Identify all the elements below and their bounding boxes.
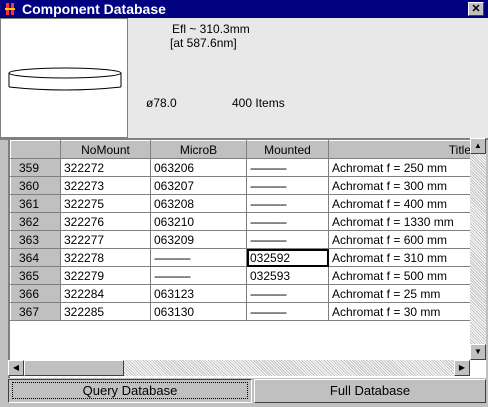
- header-microb[interactable]: MicroB: [150, 140, 247, 159]
- wavelength-value: [at 587.6nm]: [170, 36, 237, 50]
- mounted-cell[interactable]: 032593: [246, 266, 329, 285]
- table-row[interactable]: 366 322284 063123 ------------ Achromat f = …: [10, 284, 475, 303]
- microb-cell[interactable]: ------------: [150, 248, 247, 267]
- arrow-left-icon: ◀: [12, 363, 20, 372]
- title-bar[interactable]: Component Database ✕: [0, 0, 488, 18]
- nomount-cell[interactable]: 322272: [60, 158, 151, 177]
- lens-outline-icon: [8, 67, 122, 91]
- mounted-cell[interactable]: ------------: [246, 176, 329, 195]
- component-info-panel: Efl ~ 310.3mm [at 587.6nm] ø78.0 400 Ite…: [0, 18, 488, 138]
- row-number-cell[interactable]: 366: [10, 284, 61, 303]
- header-nomount[interactable]: NoMount: [60, 140, 151, 159]
- row-number-cell[interactable]: 365: [10, 266, 61, 285]
- row-number-cell[interactable]: 367: [10, 302, 61, 321]
- window-title: Component Database: [22, 1, 166, 17]
- nomount-cell[interactable]: 322277: [60, 230, 151, 249]
- item-count: 400 Items: [232, 96, 285, 110]
- nomount-cell[interactable]: 322275: [60, 194, 151, 213]
- title-cell[interactable]: Achromat f = 25 mm: [328, 284, 475, 303]
- nomount-cell[interactable]: 322273: [60, 176, 151, 195]
- component-grid[interactable]: NoMount MicroB Mounted Title 359 322272 06…: [8, 138, 486, 378]
- row-number-cell[interactable]: 361: [10, 194, 61, 213]
- vertical-scroll-track[interactable]: [470, 154, 486, 344]
- arrow-right-icon: ▶: [458, 363, 466, 372]
- nomount-cell[interactable]: 322284: [60, 284, 151, 303]
- diameter-value: ø78.0: [146, 96, 177, 110]
- scroll-right-button[interactable]: ▶: [454, 360, 470, 376]
- mounted-cell[interactable]: ------------: [246, 212, 329, 231]
- microb-cell[interactable]: 063206: [150, 158, 247, 177]
- table-row[interactable]: 360 322273 063207 ------------ Achromat f = …: [10, 176, 475, 195]
- nomount-cell[interactable]: 322278: [60, 248, 151, 267]
- table-row[interactable]: 367 322285 063130 ------------ Achromat f = …: [10, 302, 475, 321]
- arrow-down-icon: ▼: [474, 347, 482, 356]
- scroll-left-button[interactable]: ◀: [8, 360, 24, 376]
- nomount-cell[interactable]: 322279: [60, 266, 151, 285]
- mounted-cell[interactable]: ------------: [246, 194, 329, 213]
- app-icon: [3, 2, 17, 16]
- efl-value: Efl ~ 310.3mm: [172, 22, 250, 36]
- table-row[interactable]: 363 322277 063209 ------------ Achromat f = …: [10, 230, 475, 249]
- query-database-label: Query Database: [11, 382, 249, 399]
- header-corner[interactable]: [10, 140, 61, 159]
- component-table: NoMount MicroB Mounted Title 359 322272 06…: [10, 140, 475, 321]
- nomount-cell[interactable]: 322285: [60, 302, 151, 321]
- mounted-cell[interactable]: ------------: [246, 230, 329, 249]
- close-icon: ✕: [471, 3, 481, 15]
- full-database-button[interactable]: Full Database: [254, 379, 486, 403]
- table-row[interactable]: 362 322276 063210 ------------ Achromat f = …: [10, 212, 475, 231]
- microb-cell[interactable]: 063208: [150, 194, 247, 213]
- title-cell[interactable]: Achromat f = 300 mm: [328, 176, 475, 195]
- row-number-cell[interactable]: 360: [10, 176, 61, 195]
- row-number-cell[interactable]: 362: [10, 212, 61, 231]
- title-cell[interactable]: Achromat f = 1330 mm: [328, 212, 475, 231]
- row-number-cell[interactable]: 363: [10, 230, 61, 249]
- header-mounted[interactable]: Mounted: [246, 140, 329, 159]
- mounted-cell[interactable]: 032592: [246, 248, 329, 267]
- close-button[interactable]: ✕: [468, 2, 484, 16]
- title-cell[interactable]: Achromat f = 500 mm: [328, 266, 475, 285]
- component-preview: [0, 18, 128, 138]
- mounted-cell[interactable]: ------------: [246, 284, 329, 303]
- title-cell[interactable]: Achromat f = 600 mm: [328, 230, 475, 249]
- mounted-cell[interactable]: ------------: [246, 158, 329, 177]
- row-number-cell[interactable]: 364: [10, 248, 61, 267]
- title-cell[interactable]: Achromat f = 310 mm: [328, 248, 475, 267]
- header-title[interactable]: Title: [328, 140, 475, 159]
- title-cell[interactable]: Achromat f = 30 mm: [328, 302, 475, 321]
- vertical-scrollbar[interactable]: ▲ ▼: [470, 138, 486, 360]
- mounted-cell[interactable]: ------------: [246, 302, 329, 321]
- microb-cell[interactable]: 063210: [150, 212, 247, 231]
- table-row[interactable]: 359 322272 063206 ------------ Achromat f = …: [10, 158, 475, 177]
- nomount-cell[interactable]: 322276: [60, 212, 151, 231]
- horizontal-scroll-thumb[interactable]: [24, 360, 124, 376]
- arrow-up-icon: ▲: [474, 141, 482, 150]
- query-database-button[interactable]: Query Database: [8, 379, 252, 403]
- full-database-label: Full Database: [329, 383, 411, 398]
- table-row[interactable]: 361 322275 063208 ------------ Achromat f = …: [10, 194, 475, 213]
- microb-cell[interactable]: 063209: [150, 230, 247, 249]
- microb-cell[interactable]: 063207: [150, 176, 247, 195]
- horizontal-scrollbar[interactable]: ◀ ▶: [8, 360, 470, 376]
- scroll-up-button[interactable]: ▲: [470, 138, 486, 154]
- table-row[interactable]: 365 322279 ------------ 032593 Achromat f = …: [10, 266, 475, 285]
- microb-cell[interactable]: ------------: [150, 266, 247, 285]
- title-cell[interactable]: Achromat f = 250 mm: [328, 158, 475, 177]
- microb-cell[interactable]: 063130: [150, 302, 247, 321]
- database-mode-bar: Query Database Full Database: [0, 378, 488, 407]
- table-row[interactable]: 364 322278 ------------ 032592 Achromat f = …: [10, 248, 475, 267]
- scroll-down-button[interactable]: ▼: [470, 344, 486, 360]
- header-row: NoMount MicroB Mounted Title: [10, 140, 475, 159]
- row-number-cell[interactable]: 359: [10, 158, 61, 177]
- title-cell[interactable]: Achromat f = 400 mm: [328, 194, 475, 213]
- microb-cell[interactable]: 063123: [150, 284, 247, 303]
